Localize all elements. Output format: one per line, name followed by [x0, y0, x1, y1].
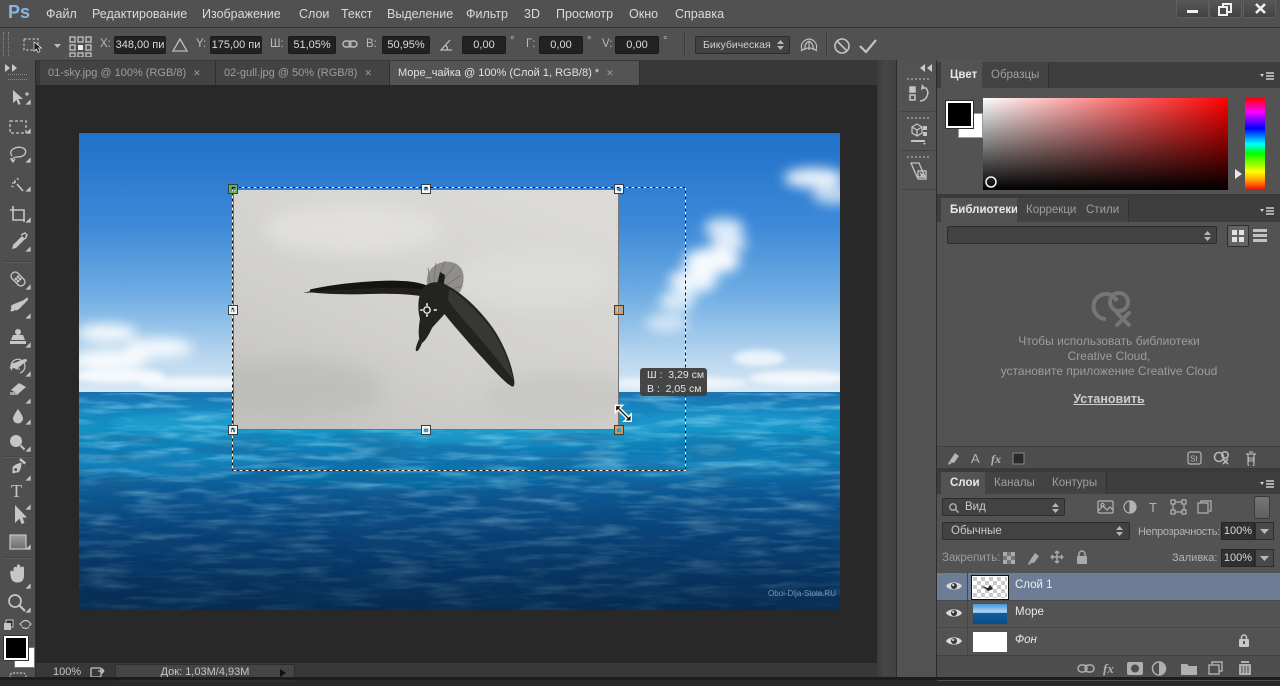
svg-text:T: T — [1149, 500, 1157, 515]
svg-text:St: St — [1190, 455, 1198, 464]
svg-text:T: T — [11, 481, 22, 501]
svg-text:A: A — [971, 451, 980, 466]
svg-text:fx: fx — [1103, 661, 1114, 676]
svg-text:fx: fx — [991, 452, 1001, 466]
